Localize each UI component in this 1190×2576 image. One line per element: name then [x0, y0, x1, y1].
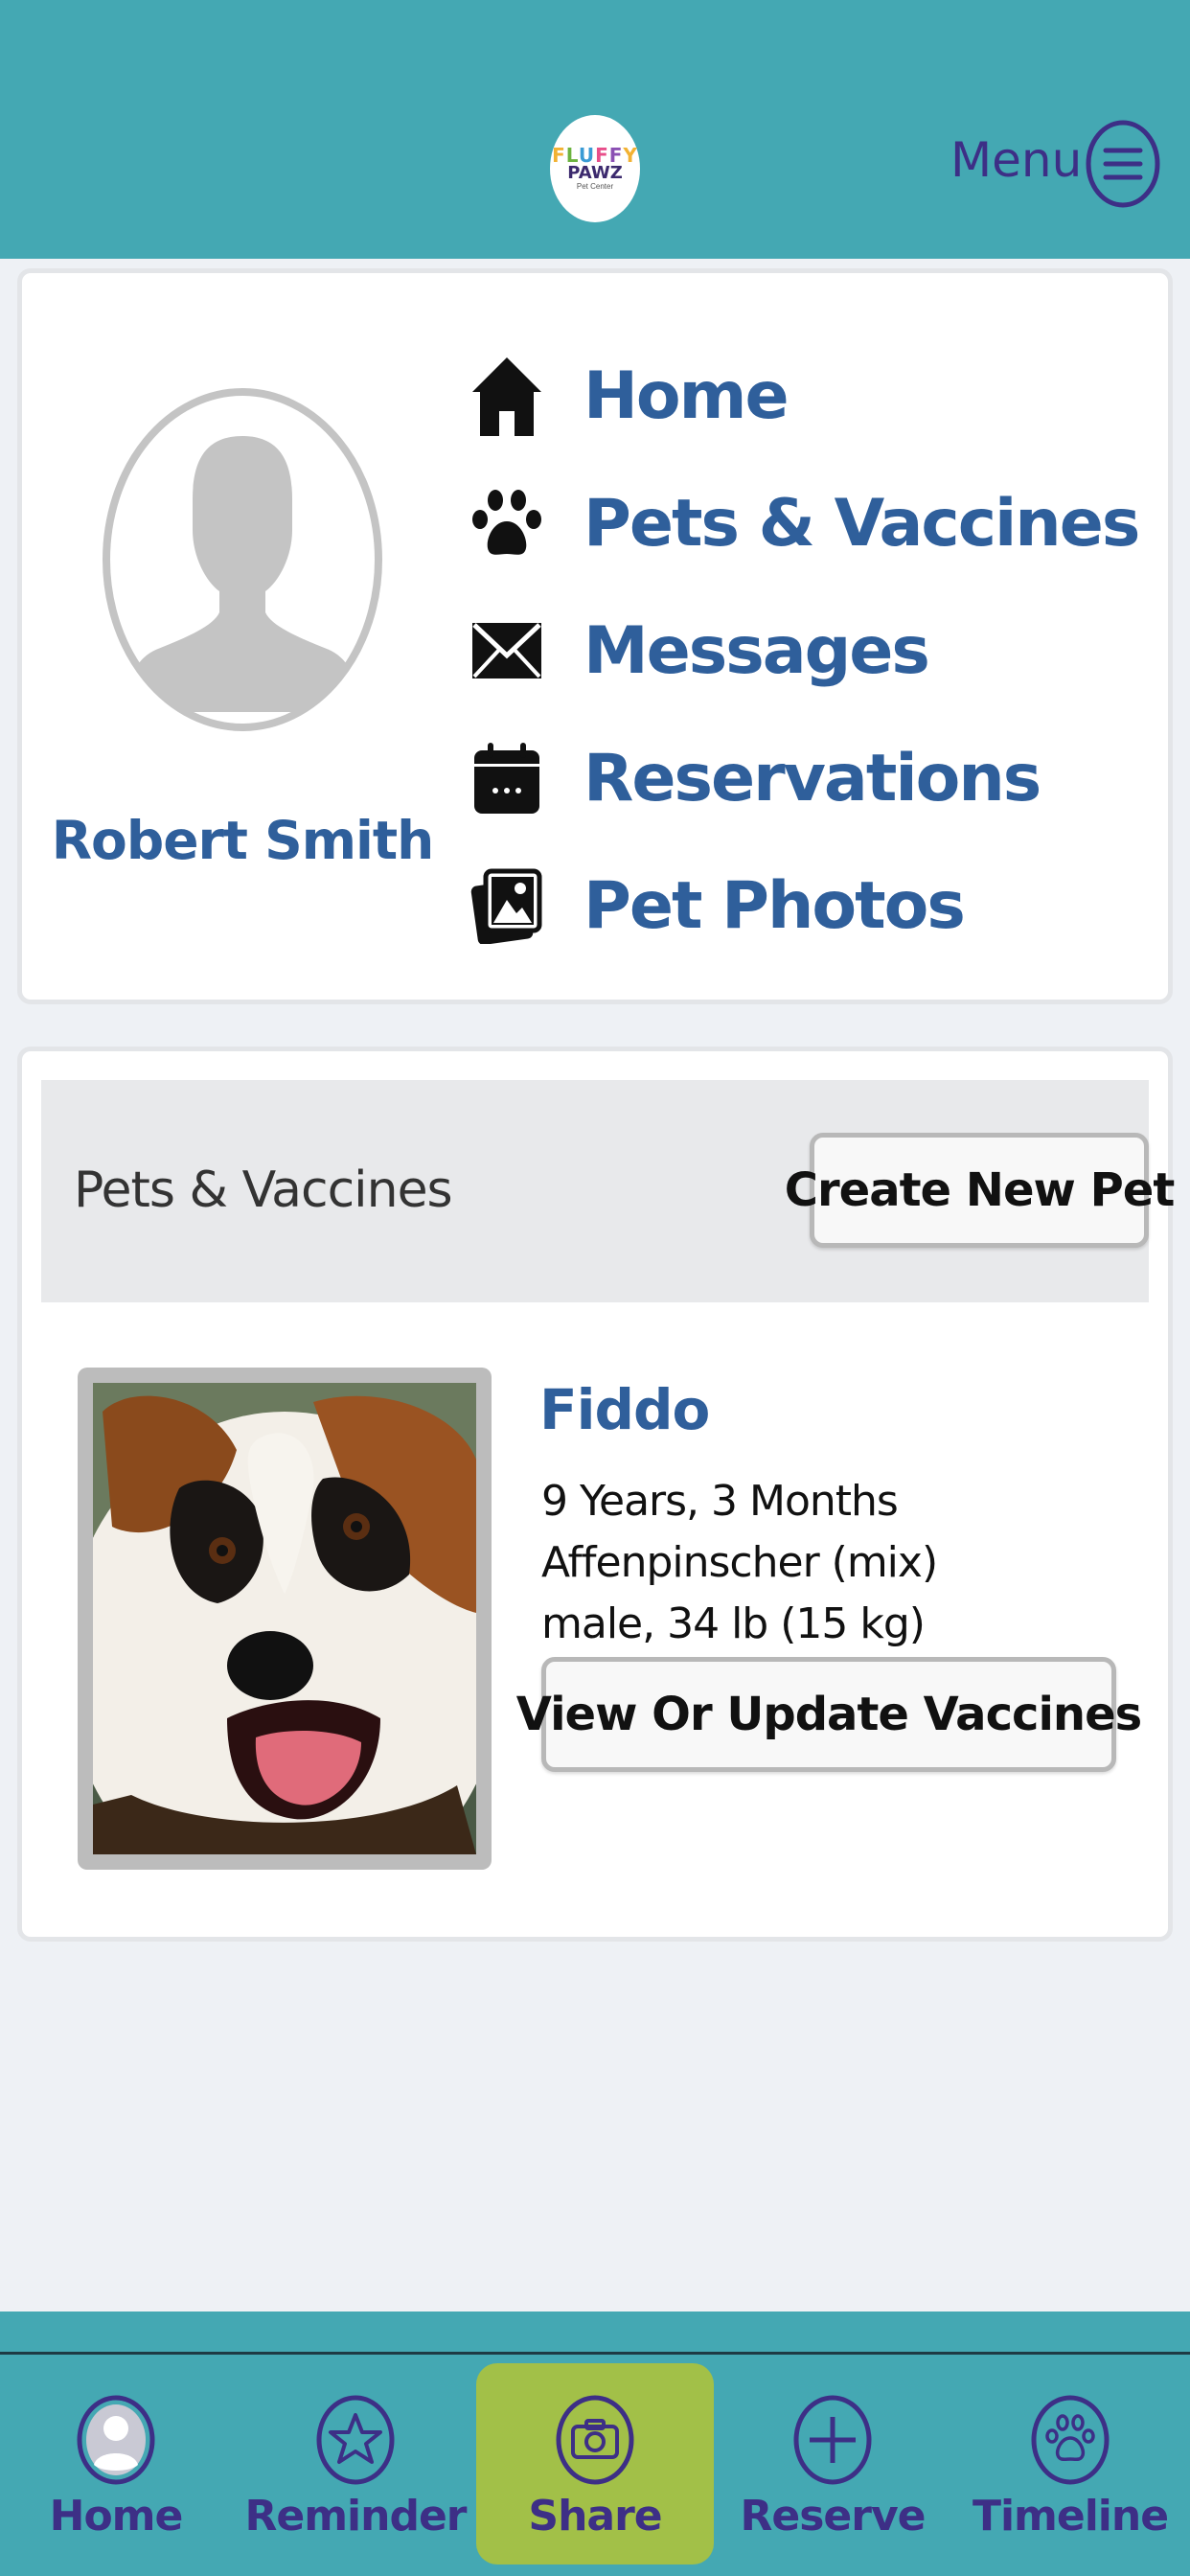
nav-item-label: Messages [584, 612, 930, 689]
bottom-nav: Home Reminder Share Reserve Timeline [0, 2312, 1190, 2576]
create-new-pet-button[interactable]: Create New Pet [785, 1133, 1175, 1248]
pets-card: Pets & Vaccines Create New Pet Fiddo 9 Y… [17, 1046, 1175, 1942]
plus-circle-icon [791, 2392, 874, 2488]
pet-photo[interactable] [78, 1368, 492, 1870]
envelope-icon [469, 608, 545, 694]
default-avatar-icon[interactable] [101, 386, 384, 733]
pets-header: Pets & Vaccines Create New Pet [41, 1080, 1175, 1302]
nav-item-label: Pets & Vaccines [584, 485, 1140, 562]
nav-item-home[interactable]: Home [469, 348, 790, 444]
nav-item-pets-vaccines[interactable]: Pets & Vaccines [469, 475, 1140, 571]
house-icon [469, 353, 545, 439]
nav-item-reservations[interactable]: Reservations [469, 730, 1041, 826]
tab-label: Share [528, 2492, 662, 2541]
person-circle-icon [75, 2392, 157, 2488]
tab-label: Timeline [972, 2492, 1169, 2541]
paw-icon [469, 480, 545, 566]
tab-timeline[interactable]: Timeline [950, 2363, 1190, 2564]
tab-reminder[interactable]: Reminder [236, 2363, 475, 2564]
top-bar: FLUFFY PAWZ Pet Center Menu [0, 0, 1190, 259]
pet-name[interactable]: Fiddo [539, 1377, 710, 1442]
section-title: Pets & Vaccines [74, 1162, 453, 1219]
menu-label[interactable]: Menu [950, 132, 1082, 188]
pet-breed: Affenpinscher (mix) [541, 1538, 938, 1587]
user-name: Robert Smith [51, 810, 435, 871]
nav-item-messages[interactable]: Messages [469, 603, 930, 699]
nav-item-label: Pet Photos [584, 867, 966, 944]
logo-wordmark: FLUFFY [552, 144, 638, 167]
tab-label: Reminder [244, 2492, 467, 2541]
nav-item-pet-photos[interactable]: Pet Photos [469, 858, 966, 954]
paw-circle-icon [1029, 2392, 1111, 2488]
pet-sex-weight: male, 34 lb (15 kg) [541, 1599, 926, 1648]
tab-label: Home [49, 2492, 184, 2541]
profile-card: Robert Smith Home Pets & Vaccines Messag… [17, 268, 1173, 1004]
tab-reserve[interactable]: Reserve [713, 2363, 952, 2564]
hamburger-circle-icon[interactable] [1085, 119, 1161, 209]
camera-circle-icon [554, 2392, 636, 2488]
logo-pawz: PAWZ [567, 163, 623, 183]
tab-label: Reserve [740, 2492, 927, 2541]
bottom-nav-divider [0, 2352, 1190, 2355]
view-update-vaccines-button[interactable]: View Or Update Vaccines [516, 1657, 1142, 1772]
nav-item-label: Home [584, 357, 790, 434]
tab-share[interactable]: Share [476, 2363, 714, 2564]
calendar-icon [469, 735, 545, 821]
star-circle-icon [314, 2392, 397, 2488]
tab-home[interactable]: Home [0, 2363, 236, 2564]
brand-logo[interactable]: FLUFFY PAWZ Pet Center [550, 115, 640, 222]
photos-icon [469, 862, 545, 949]
nav-item-label: Reservations [584, 740, 1041, 816]
pet-age: 9 Years, 3 Months [541, 1477, 899, 1526]
logo-subtitle: Pet Center [576, 182, 614, 191]
